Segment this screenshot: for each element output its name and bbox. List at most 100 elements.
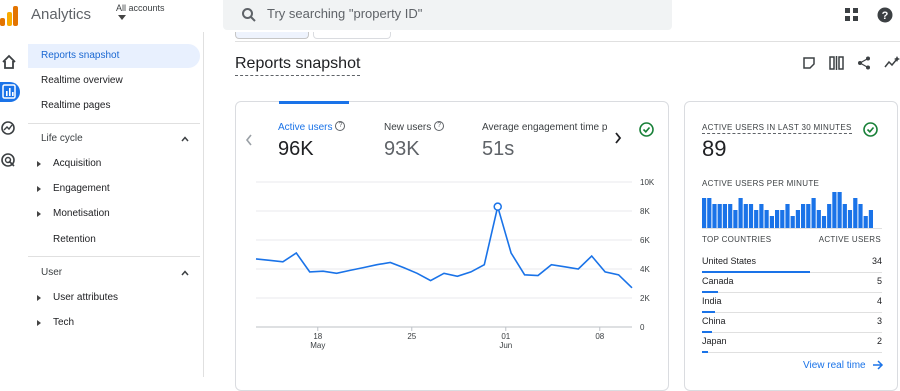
series-line <box>255 203 633 289</box>
explore-icon[interactable] <box>0 118 20 138</box>
nav-item-retention[interactable]: Retention <box>53 234 96 245</box>
country-row: Canada 5 <box>702 273 882 293</box>
active-users-line-chart: 10K 8K 6K 4K 2K 0 18May 25 01Jun 08 <box>255 178 655 350</box>
per-minute-bar <box>733 210 738 228</box>
chevron-right-icon[interactable] <box>614 132 622 144</box>
realtime-active-count: 89 <box>702 136 727 161</box>
x-tick-month-label: May <box>310 341 325 350</box>
edit-report-icon[interactable] <box>802 56 816 70</box>
help-circle-icon[interactable]: ? <box>335 120 346 131</box>
per-minute-bar <box>722 204 727 228</box>
per-minute-bar <box>853 198 858 228</box>
nav-item-acquisition[interactable]: Acquisition <box>53 158 101 169</box>
expand-arrow-icon[interactable] <box>37 161 41 167</box>
nav-item-monetisation[interactable]: Monetisation <box>53 208 110 219</box>
y-tick-label: 2K <box>640 294 650 303</box>
share-icon[interactable] <box>857 56 871 70</box>
country-users: 3 <box>876 316 882 326</box>
per-minute-bar <box>837 192 842 228</box>
per-minute-bar <box>712 204 717 228</box>
reports-nav-button[interactable] <box>0 82 20 102</box>
chevron-up-icon[interactable] <box>181 135 189 143</box>
metric-value: 51s <box>482 138 515 160</box>
country-users: 5 <box>876 276 882 286</box>
nav-section-life-cycle[interactable]: Life cycle <box>41 133 83 144</box>
per-minute-bar <box>759 204 764 228</box>
nav-item-realtime-overview[interactable]: Realtime overview <box>28 69 200 93</box>
chevron-up-icon[interactable] <box>181 269 189 277</box>
search-input[interactable] <box>267 6 647 21</box>
nav-item-tech[interactable]: Tech <box>53 317 74 328</box>
per-minute-bar <box>707 198 712 228</box>
nav-item-reports-snapshot[interactable]: Reports snapshot <box>28 44 200 68</box>
x-tick-month-label: Jun <box>499 341 512 350</box>
per-minute-bar <box>806 204 811 228</box>
nav-item-realtime-pages[interactable]: Realtime pages <box>28 94 200 118</box>
check-circle-icon[interactable] <box>863 122 878 137</box>
per-minute-bar <box>728 204 733 228</box>
nav-item-user-attributes[interactable]: User attributes <box>53 292 118 303</box>
metric-value: 93K <box>384 138 420 160</box>
country-row: India 4 <box>702 293 882 313</box>
compare-icon[interactable] <box>829 56 845 70</box>
per-minute-bar <box>754 210 759 228</box>
chevron-left-icon[interactable] <box>245 134 253 146</box>
per-minute-bar <box>717 204 722 228</box>
tab-stub[interactable] <box>235 32 309 39</box>
account-dropdown-caret-icon[interactable] <box>118 15 126 20</box>
x-tick-label: 08 <box>595 332 604 341</box>
header-divider <box>235 41 900 42</box>
expand-arrow-icon[interactable] <box>37 211 41 217</box>
insights-icon[interactable] <box>884 56 900 70</box>
advertising-icon[interactable] <box>0 150 20 170</box>
metrics-chart-card: Active users? 96K New users? 93K Average… <box>235 101 669 391</box>
nav-item-engagement[interactable]: Engagement <box>53 183 110 194</box>
country-share-bar <box>702 351 709 353</box>
per-minute-bar <box>816 210 821 228</box>
app-title: Analytics <box>31 6 92 23</box>
bar-chart-icon <box>2 84 16 99</box>
apps-grid-icon[interactable] <box>845 8 859 22</box>
per-minute-bar <box>811 198 816 228</box>
per-minute-bar <box>858 204 863 228</box>
country-name: Canada <box>702 276 734 286</box>
per-minute-bar <box>847 210 853 228</box>
nav-section-user[interactable]: User <box>41 267 62 278</box>
account-selector[interactable]: All accounts <box>116 3 165 13</box>
per-minute-bar <box>801 204 806 228</box>
tab-stub[interactable] <box>313 32 391 39</box>
per-minute-bar <box>769 216 774 228</box>
expand-arrow-icon[interactable] <box>37 186 41 192</box>
check-circle-icon[interactable] <box>639 122 654 137</box>
metric-active-users[interactable]: Active users? 96K <box>278 117 346 161</box>
home-icon[interactable] <box>0 52 20 72</box>
per-minute-bar <box>827 204 832 228</box>
metric-label: Average engagement time p <box>482 122 608 133</box>
country-row: China 3 <box>702 313 882 333</box>
metric-new-users[interactable]: New users? 93K <box>384 117 445 161</box>
column-header-country: TOP COUNTRIES <box>702 235 772 244</box>
y-tick-label: 0 <box>640 323 645 332</box>
y-tick-label: 6K <box>640 236 650 245</box>
metric-avg-engagement[interactable]: Average engagement time p 51s <box>482 117 608 161</box>
svg-text:?: ? <box>882 10 889 22</box>
help-icon[interactable]: ? <box>877 7 893 23</box>
expand-arrow-icon[interactable] <box>37 295 41 301</box>
left-rail <box>0 32 22 377</box>
country-row: United States 34 <box>702 253 882 273</box>
y-tick-label: 10K <box>640 178 655 187</box>
search-bar[interactable] <box>223 0 672 30</box>
country-name: India <box>702 296 722 306</box>
divider <box>702 228 882 229</box>
help-circle-icon[interactable]: ? <box>434 120 445 131</box>
page-title: Reports snapshot <box>235 55 361 76</box>
per-minute-bar <box>764 210 769 228</box>
x-tick-label: 18 <box>313 332 322 341</box>
country-users: 34 <box>871 256 882 266</box>
per-minute-bar <box>775 210 780 228</box>
per-minute-bar-chart <box>702 192 873 228</box>
analytics-logo-icon[interactable] <box>0 4 18 26</box>
selected-metric-indicator <box>279 101 349 104</box>
view-real-time-link[interactable]: View real time <box>803 360 884 371</box>
expand-arrow-icon[interactable] <box>37 320 41 326</box>
